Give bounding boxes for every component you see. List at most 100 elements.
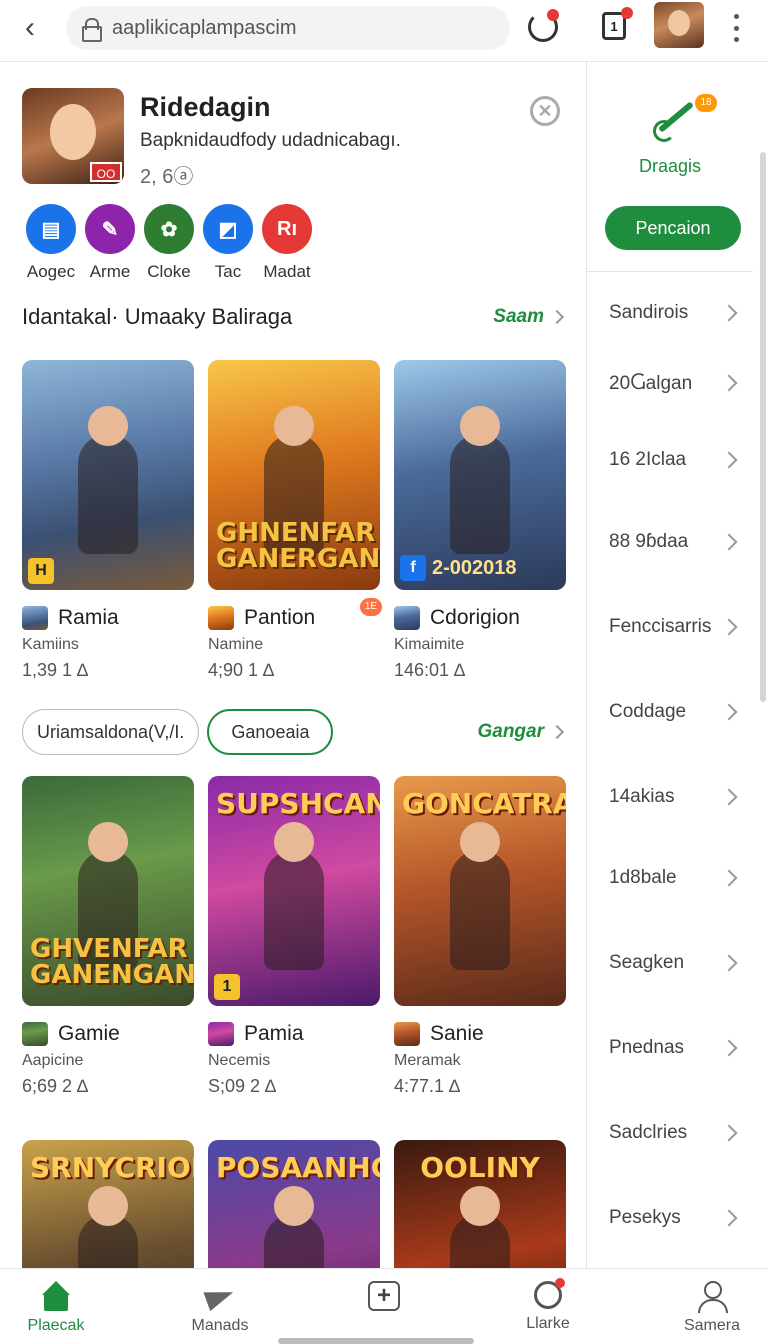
side-menu-item[interactable]: Seagken (587, 918, 753, 1008)
game-card[interactable]: GONCATRAR Sanie Meramak 4:77.1 ∆ (394, 776, 566, 1097)
nav-item[interactable]: Llarke (506, 1269, 590, 1344)
character-head (88, 822, 128, 862)
game-thumbnail[interactable]: GHVENFAR GANENGAN (22, 776, 194, 1006)
see-more-link[interactable]: Gangar (477, 721, 565, 743)
bottom-navigation: Plaecak Manads + Llarke Samera (0, 1268, 768, 1344)
profile-avatar[interactable] (654, 2, 704, 48)
side-menu-label: Pnednas (609, 1037, 685, 1058)
side-menu-label: Fenccisarris (609, 616, 712, 637)
side-menu-item[interactable]: 1d8bale (587, 838, 753, 918)
game-thumbnail[interactable]: SRNYCRIOMAN (22, 1140, 194, 1268)
game-art-title: GHNENFAR GANERGAN (216, 518, 380, 574)
category-item[interactable]: ✿ Cloke (140, 204, 198, 284)
game-thumbnail[interactable]: GHNENFAR GANERGAN (208, 360, 380, 590)
game-name: Pantion (244, 606, 316, 629)
main-content: OO Ridedagin Bapknidaudfody udadnicabagı… (0, 62, 586, 1268)
side-menu-item[interactable]: 88 9ɓdaa (587, 498, 753, 586)
notification-dot (621, 7, 633, 19)
category-item[interactable]: ✎ Arme (81, 204, 139, 284)
filter-chip[interactable]: Uriamsaldona(V,/I. (22, 709, 200, 755)
side-menu-item[interactable]: Pnednas (587, 1008, 753, 1088)
notification-dot (555, 1278, 565, 1288)
game-card[interactable]: f 2-002018 Cdorigion Kimaimite 146:01 ∆ (394, 360, 566, 681)
game-card[interactable]: SUPSHCAN 1 Pamia Necemis S;09 2 ∆ (208, 776, 380, 1097)
game-art-title: GONCATRAR (402, 787, 566, 820)
flag-icon: f (400, 555, 426, 581)
more-menu-icon[interactable] (730, 14, 742, 42)
address-bar[interactable]: aaplikicaplampascim (66, 6, 510, 50)
game-row-1: H Ramia Kamiins 1,39 1 ∆ GHNENFAR GANERGAN Pa… (22, 360, 566, 681)
notification-dot (547, 9, 559, 21)
side-menu-item[interactable]: 14akias (587, 756, 753, 838)
game-name: Gamie (58, 1022, 120, 1045)
game-thumbnail[interactable]: OOLINY (394, 1140, 566, 1268)
game-thumbnail[interactable]: H (22, 360, 194, 590)
game-art-title: SUPSHCAN (216, 787, 380, 820)
refresh-icon[interactable] (528, 9, 559, 42)
character-figure (264, 849, 324, 970)
nav-item[interactable]: + (342, 1269, 426, 1344)
game-name: Cdorigion (430, 606, 520, 629)
side-menu-label: Sadclries (609, 1122, 688, 1143)
filter-chip-selected[interactable]: Ganoeaia (207, 709, 334, 755)
side-menu-item[interactable]: Pesekys (587, 1178, 753, 1258)
app-header: OO Ridedagin Bapknidaudfody udadnicabagı… (22, 88, 562, 188)
game-mini-icon (22, 1022, 48, 1046)
game-card[interactable]: H Ramia Kamiins 1,39 1 ∆ (22, 360, 194, 681)
primary-action-button[interactable]: Pencaion (605, 206, 741, 250)
scrollbar[interactable] (760, 152, 766, 702)
game-name: Pamia (244, 1022, 304, 1045)
game-thumbnail[interactable]: SUPSHCAN 1 (208, 776, 380, 1006)
game-developer: Kimaimite (394, 636, 465, 653)
category-label: Tac (214, 262, 242, 281)
side-menu-item[interactable]: 20Ⴚalgan (587, 344, 753, 422)
side-menu-list: Sandirois 20Ⴚalgan 16 2Iclaa 88 9ɓdaa Fencci… (587, 282, 753, 1258)
dismiss-icon[interactable]: ✕ (530, 96, 560, 126)
game-stats: 1,39 1 ∆ (22, 660, 89, 680)
game-card[interactable]: POSAANHCAN (208, 1140, 380, 1268)
game-thumbnail[interactable]: POSAANHCAN (208, 1140, 380, 1268)
category-item[interactable]: ◩ Tac (199, 204, 257, 284)
category-icon: ✿ (144, 204, 194, 254)
game-developer: Necemis (208, 1052, 271, 1069)
character-head (274, 822, 314, 862)
profile-icon (696, 1281, 728, 1313)
game-info: Pamia Necemis S;09 2 ∆ (208, 1006, 380, 1097)
count-badge: 18 (695, 94, 717, 112)
game-thumbnail[interactable]: f 2-002018 (394, 360, 566, 590)
game-card[interactable]: GHVENFAR GANENGAN Gamie Aapicine 6;69 2 ∆ (22, 776, 194, 1097)
game-card[interactable]: OOLINY (394, 1140, 566, 1268)
game-card[interactable]: SRNYCRIOMAN (22, 1140, 194, 1268)
game-mini-icon (208, 1022, 234, 1046)
game-card[interactable]: GHNENFAR GANERGAN Pantion 1E Namine 4;90 1 ∆ (208, 360, 382, 681)
side-menu-item[interactable]: Sadclries (587, 1088, 753, 1178)
category-item[interactable]: ▤ Aogec (22, 204, 80, 284)
side-menu-item[interactable]: Fenccisarris (587, 586, 753, 668)
game-mini-icon (22, 606, 48, 630)
game-info: Ramia Kamiins 1,39 1 ∆ (22, 590, 194, 681)
section-header: Idantakal· Umaaky Baliraga Saam (22, 300, 565, 334)
side-menu-item[interactable]: Sandirois (587, 282, 753, 344)
back-arrow-icon[interactable]: ‹ (14, 11, 46, 44)
see-more-link[interactable]: Saam (493, 306, 565, 328)
game-row-3: SRNYCRIOMAN POSAANHCAN OOLINY (22, 1140, 566, 1268)
nav-item[interactable]: Plaecak (14, 1269, 98, 1344)
nav-item[interactable]: Manads (178, 1269, 262, 1344)
category-row: ▤ Aogec ✎ Arme ✿ Cloke ◩ Tac Rı Madat (22, 204, 322, 284)
nav-item[interactable]: Samera (670, 1269, 754, 1344)
game-thumbnail[interactable]: GONCATRAR (394, 776, 566, 1006)
category-item[interactable]: Rı Madat (258, 204, 316, 284)
nav-label: Manads (191, 1317, 249, 1334)
character-head (274, 1186, 314, 1226)
date-tag: f 2-002018 (400, 554, 517, 582)
category-icon: ✎ (85, 204, 135, 254)
category-label: Arme (89, 262, 131, 281)
category-icon: Rı (262, 204, 312, 254)
side-menu-item[interactable]: 16 2Iclaa (587, 422, 753, 498)
game-name: Sanie (430, 1022, 484, 1045)
home-icon (40, 1281, 72, 1311)
side-menu-item[interactable]: Coddage (587, 668, 753, 756)
tab-switcher-button[interactable]: 1 (602, 7, 633, 40)
side-menu-label: 20Ⴚalgan (609, 372, 693, 394)
app-icon-badge: OO (90, 162, 122, 182)
